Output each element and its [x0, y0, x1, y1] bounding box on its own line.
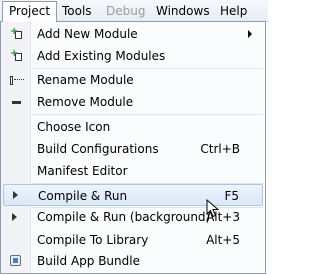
menu-bar: Project Tools Debug Windows Help	[0, 0, 268, 22]
menu-separator	[32, 114, 263, 115]
menu-item-label: Manifest Editor	[37, 164, 128, 178]
menu-item-compile-run[interactable]: Compile & Run F5	[3, 184, 263, 206]
menu-item-shortcut: Alt+5	[206, 233, 240, 247]
submenu-arrow-icon	[248, 30, 252, 38]
menu-item-label: Rename Module	[37, 73, 134, 87]
menu-item-compile-to-library[interactable]: Compile To Library Alt+5	[2, 229, 264, 251]
menu-item-label: Compile & Run	[38, 189, 128, 203]
menu-item-add-new-module[interactable]: + Add New Module	[2, 23, 264, 45]
rename-icon	[10, 74, 24, 86]
remove-icon	[10, 96, 24, 108]
menu-help[interactable]: Help	[214, 2, 253, 20]
menu-item-label: Compile To Library	[37, 233, 149, 247]
menu-item-build-configurations[interactable]: Build Configurations Ctrl+B	[2, 138, 264, 160]
menu-item-rename-module[interactable]: Rename Module	[2, 69, 264, 91]
menu-tools[interactable]: Tools	[56, 2, 98, 20]
menu-item-label: Build Configurations	[37, 142, 159, 156]
add-new-module-icon: +	[10, 27, 24, 40]
project-dropdown-menu: + Add New Module + Add Existing Modules …	[0, 21, 266, 274]
menu-item-label: Remove Module	[37, 95, 134, 109]
menu-item-build-app-bundle[interactable]: Build App Bundle	[2, 250, 264, 272]
menu-item-compile-run-background[interactable]: Compile & Run (background) Alt+3	[2, 206, 264, 228]
play-icon	[13, 191, 18, 199]
menu-windows[interactable]: Windows	[150, 2, 216, 20]
add-existing-modules-icon: +	[10, 49, 24, 62]
mouse-pointer-icon	[206, 199, 220, 218]
menu-item-shortcut: Ctrl+B	[200, 142, 240, 156]
menu-debug[interactable]: Debug	[100, 2, 151, 20]
menu-project[interactable]: Project	[2, 1, 58, 22]
menu-item-shortcut: F5	[224, 189, 239, 203]
menu-item-manifest-editor[interactable]: Manifest Editor	[2, 160, 264, 182]
menu-item-add-existing-modules[interactable]: + Add Existing Modules	[2, 45, 264, 67]
play-icon	[12, 213, 17, 221]
menu-item-remove-module[interactable]: Remove Module	[2, 91, 264, 113]
menu-item-label: Build App Bundle	[37, 254, 140, 268]
menu-item-choose-icon[interactable]: Choose Icon	[2, 116, 264, 138]
menu-item-label: Add New Module	[37, 27, 138, 41]
bundle-icon	[9, 254, 23, 268]
menu-item-label: Choose Icon	[37, 120, 111, 134]
menu-item-label: Compile & Run (background)	[37, 210, 211, 224]
menu-item-label: Add Existing Modules	[37, 49, 166, 63]
